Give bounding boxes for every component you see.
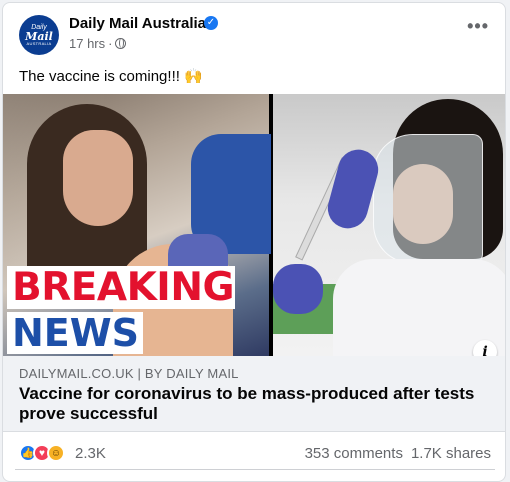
link-title[interactable]: Vaccine for coronavirus to be mass-produ…	[19, 384, 489, 424]
news-banner: NEWS	[7, 312, 143, 354]
avatar-line3: AUSTRALIA	[26, 41, 52, 46]
post-timestamp[interactable]: 17 hrs	[69, 36, 105, 51]
verified-badge-icon: ✓	[204, 16, 218, 30]
link-preview[interactable]: DAILYMAIL.CO.UK | BY DAILY MAIL Vaccine …	[3, 356, 505, 432]
shares-count[interactable]: 1.7K shares	[411, 445, 491, 462]
post-header: Daily Mail AUSTRALIA Daily Mail Australi…	[3, 3, 505, 61]
breaking-banner: BREAKING	[7, 266, 235, 309]
link-image[interactable]: BREAKING NEWS i	[3, 94, 505, 356]
link-domain: DAILYMAIL.CO.UK | BY DAILY MAIL	[19, 366, 239, 381]
haha-icon: ☺	[47, 444, 65, 462]
post-stats: 👍 ♥ ☺ 2.3K 353 comments 1.7K shares	[3, 432, 505, 474]
comments-count[interactable]: 353 comments	[305, 445, 403, 462]
meta-separator: ·	[108, 36, 113, 51]
globe-icon[interactable]	[115, 38, 127, 49]
post-meta: 17 hrs ·	[69, 36, 127, 51]
page-name-link[interactable]: Daily Mail Australia	[69, 15, 206, 32]
post-card: Daily Mail AUSTRALIA Daily Mail Australi…	[2, 2, 506, 482]
engagement-counts: 353 comments 1.7K shares	[305, 445, 491, 462]
action-divider	[15, 469, 495, 470]
reaction-count[interactable]: 2.3K	[75, 445, 106, 462]
lab-researcher-photo	[273, 94, 505, 356]
post-text: The vaccine is coming!!! 🙌	[19, 68, 203, 85]
page-avatar[interactable]: Daily Mail AUSTRALIA	[19, 15, 59, 55]
more-options-icon[interactable]: •••	[467, 17, 489, 35]
reaction-icons[interactable]: 👍 ♥ ☺	[19, 444, 65, 462]
